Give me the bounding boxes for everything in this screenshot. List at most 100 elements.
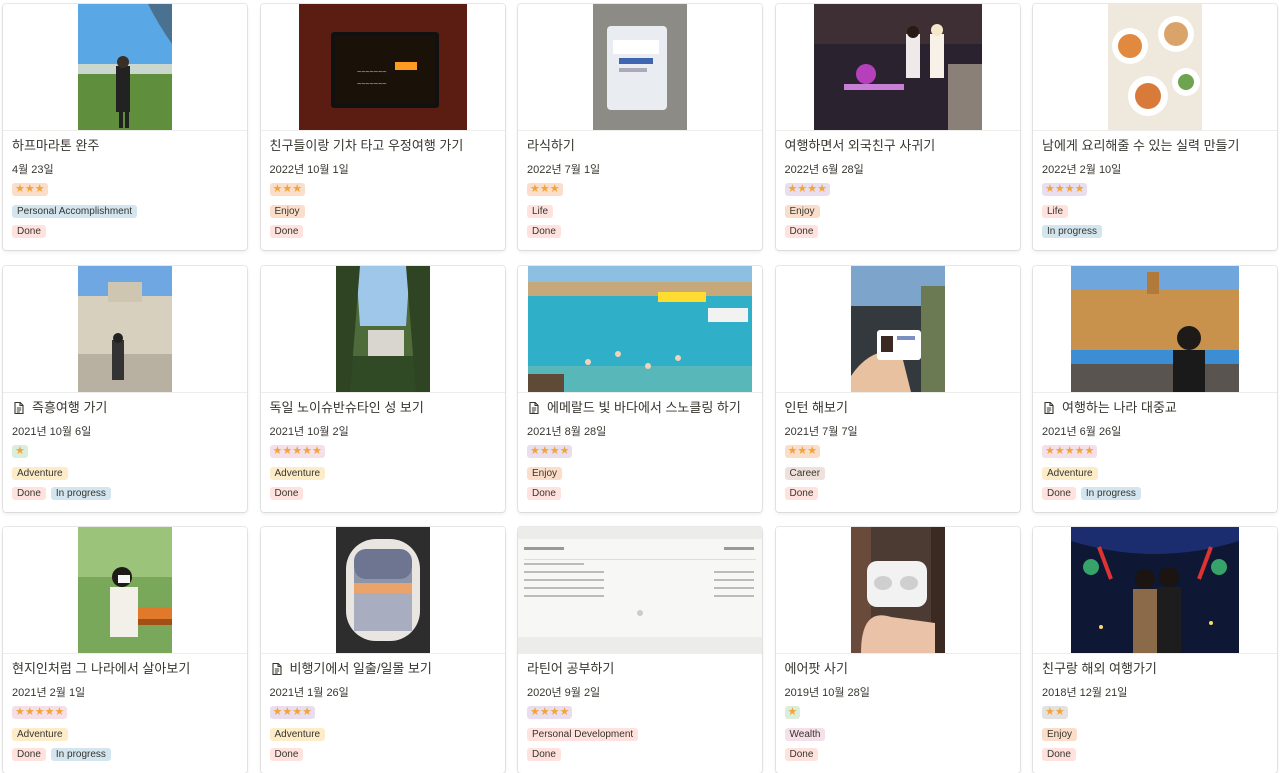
gallery-card[interactable]: 라틴어 공부하기 2020년 9월 2일 ★★★★ Personal Developm… <box>518 527 762 773</box>
gallery-card[interactable]: 에어팟 사기 2019년 10월 28일 ★ Wealth Done <box>775 527 1020 773</box>
rating-stars: ★★★★ <box>527 706 573 719</box>
airplane-window-photo <box>335 527 430 653</box>
status-tags: Done In progress <box>12 748 111 761</box>
status-tags: Done <box>527 748 561 761</box>
train-display-photo: ~~~~~~~ ~~~~~~~ <box>298 4 467 130</box>
gallery-card[interactable]: 현지인처럼 그 나라에서 살아보기 2021년 2월 1일 ★★★★★ Adventu… <box>3 527 247 773</box>
category-tags: Life <box>1042 205 1069 218</box>
category-tags: Adventure <box>269 728 326 741</box>
card-title-text: 라식하기 <box>527 138 575 153</box>
category-tags: Career <box>784 466 826 480</box>
gallery-card[interactable]: 친구랑 해외 여행가기 2018년 12월 21일 ★★ Enjoy Done <box>1033 527 1277 773</box>
card-title-text: 친구들이랑 기차 타고 우정여행 가기 <box>269 138 464 153</box>
status-tags: In progress <box>1042 225 1103 238</box>
card-date: 2019년 10월 28일 <box>784 687 870 699</box>
status-tags: Done <box>269 748 304 761</box>
gallery-card[interactable]: 인턴 해보기 2021년 7월 7일 ★★★ Career Done <box>775 265 1020 512</box>
category-tags: Adventure <box>1042 466 1098 480</box>
status-badge: Done <box>527 748 561 761</box>
card-cover <box>775 527 1020 654</box>
status-badge: Done <box>12 486 46 500</box>
status-badge: In progress <box>50 748 111 761</box>
card-title: 여행하면서 외국친구 사귀기 <box>785 137 1012 155</box>
gallery-card[interactable]: 즉흥여행 가기 2021년 10월 6일 ★ Adventure Done In prog… <box>3 265 247 512</box>
category-tags: Adventure <box>269 466 326 480</box>
status-badge: Done <box>269 486 304 500</box>
card-title-text: 인턴 해보기 <box>784 399 848 415</box>
status-badge: Done <box>784 486 819 500</box>
friends-bar-photo <box>813 4 982 130</box>
category-tags: Enjoy <box>784 205 820 218</box>
rating-stars: ★★★★ <box>784 183 830 196</box>
page-icon <box>12 401 26 415</box>
card-title: 현지인처럼 그 나라에서 살아보기 <box>12 660 239 678</box>
gallery-card[interactable]: 남에게 요리해줄 수 있는 실력 만들기 2022년 2월 10일 ★★★★ Life… <box>1033 4 1277 250</box>
card-cover <box>260 265 505 393</box>
gallery-card[interactable]: 라식하기 2022년 7월 1일 ★★★ Life Done <box>518 4 762 250</box>
category-tag: Enjoy <box>527 466 563 480</box>
svg-text:~~~~~~~: ~~~~~~~ <box>357 80 387 88</box>
card-cover <box>775 4 1020 131</box>
card-date: 2022년 6월 28일 <box>784 164 864 176</box>
gallery-card[interactable]: 하프마라톤 완주 4월 23일 ★★★ Personal Accomplishment… <box>3 4 247 250</box>
card-date: 2021년 2월 1일 <box>12 687 86 699</box>
gallery-card[interactable]: ~~~~~~~ ~~~~~~~ 친구들이랑 기차 타고 우정여행 가기 2022년 … <box>260 4 505 250</box>
card-title-text: 에어팟 사기 <box>784 661 848 676</box>
svg-text:~~~~~~~: ~~~~~~~ <box>357 68 387 76</box>
card-date: 2021년 1월 26일 <box>269 687 349 699</box>
card-date: 2020년 9월 2일 <box>527 687 601 699</box>
rating-stars: ★ <box>12 444 28 458</box>
category-tag: Adventure <box>269 466 326 480</box>
page-icon <box>270 662 284 676</box>
rating-stars: ★★★ <box>527 183 563 196</box>
rating-stars: ★ <box>784 706 801 719</box>
card-title: 즉흥여행 가기 <box>12 399 239 417</box>
rating-stars: ★★★ <box>12 183 48 196</box>
card-title: 에메랄드 빛 바다에서 스노클링 하기 <box>527 399 754 417</box>
rating-stars: ★★★★ <box>1042 183 1088 196</box>
status-badge: Done <box>269 225 304 238</box>
card-title-text: 비행기에서 일출/일몰 보기 <box>289 661 432 676</box>
gallery-card[interactable]: 여행하면서 외국친구 사귀기 2022년 6월 28일 ★★★★ Enjoy Done <box>775 4 1020 250</box>
card-title: 라틴어 공부하기 <box>527 660 754 678</box>
category-tag: Adventure <box>1042 466 1098 480</box>
card-cover <box>518 527 762 654</box>
rating-stars: ★★★★★ <box>1042 444 1098 458</box>
card-date: 2022년 2월 10일 <box>1042 164 1122 176</box>
palace-photo <box>78 265 172 392</box>
card-date: 2021년 6월 26일 <box>1042 425 1122 438</box>
category-tag: Enjoy <box>784 205 820 218</box>
gallery-card[interactable]: 비행기에서 일출/일몰 보기 2021년 1월 26일 ★★★★ Adventure D… <box>260 527 505 773</box>
status-tags: Done <box>1042 748 1076 761</box>
status-badge: Done <box>527 225 561 238</box>
category-tag: Adventure <box>12 466 68 480</box>
category-tag: Career <box>784 466 826 480</box>
gallery-card[interactable]: 에메랄드 빛 바다에서 스노클링 하기 2021년 8월 28일 ★★★★ Enjoy… <box>518 265 762 512</box>
rating-stars: ★★ <box>1042 706 1068 719</box>
card-title: 친구랑 해외 여행가기 <box>1042 660 1269 678</box>
gallery-card[interactable]: 독일 노이슈반슈타인 성 보기 2021년 10월 2일 ★★★★★ Adventur… <box>260 265 505 512</box>
card-cover <box>1033 527 1277 654</box>
status-badge: Done <box>1042 486 1076 500</box>
latin-notes-screenshot <box>518 527 762 653</box>
card-title: 비행기에서 일출/일몰 보기 <box>270 660 497 678</box>
gallery-card[interactable]: 여행하는 나라 대중교 2021년 6월 26일 ★★★★★ Adventure Don… <box>1033 265 1277 512</box>
card-title-text: 여행하면서 외국친구 사귀기 <box>784 138 936 153</box>
status-tags: Done <box>784 748 819 761</box>
page-icon <box>527 401 541 415</box>
marathon-photo <box>78 4 172 130</box>
card-date: 2021년 8월 28일 <box>527 425 607 438</box>
card-cover <box>1033 4 1277 131</box>
card-title-text: 에메랄드 빛 바다에서 스노클링 하기 <box>547 399 741 415</box>
card-title-text: 여행하는 나라 대중교 <box>1062 399 1177 415</box>
card-title-text: 남에게 요리해줄 수 있는 실력 만들기 <box>1042 138 1240 153</box>
category-tags: Enjoy <box>269 205 305 218</box>
card-cover <box>3 4 247 131</box>
card-date: 2022년 10월 1일 <box>269 164 349 176</box>
rating-stars: ★★★★★ <box>269 444 325 458</box>
rating-stars: ★★★ <box>269 183 306 196</box>
card-cover <box>775 265 1020 393</box>
card-title: 라식하기 <box>527 137 754 155</box>
status-tags: Done <box>527 486 561 500</box>
status-tags: Done <box>269 225 304 238</box>
